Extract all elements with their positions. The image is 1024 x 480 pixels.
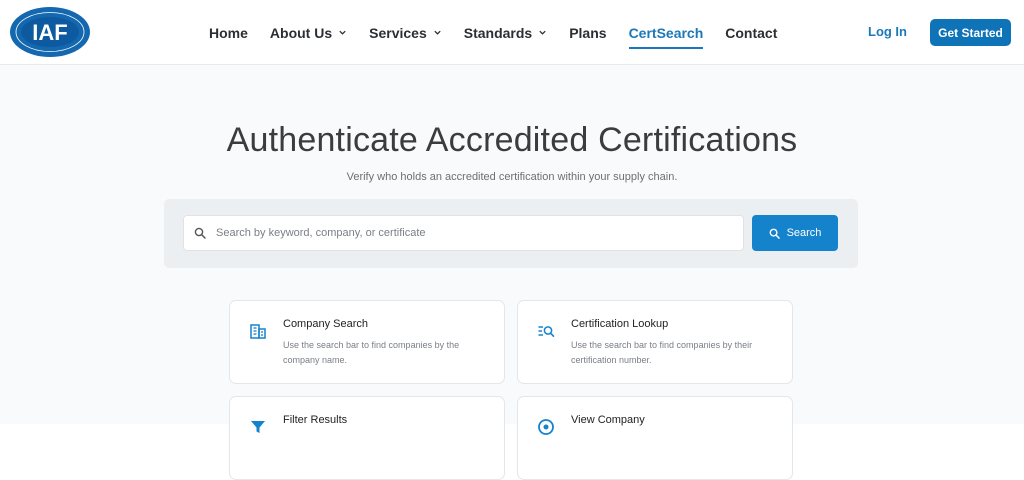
chevron-down-icon [539, 30, 546, 35]
search-icon [769, 228, 780, 239]
search-button[interactable]: Search [752, 215, 838, 251]
chevron-down-icon [434, 30, 441, 35]
search-input[interactable] [216, 227, 743, 239]
main-content: Authenticate Accredited Certifications V… [0, 65, 1024, 480]
building-icon [250, 324, 266, 339]
main-nav: Home About Us Services Standards Plans C… [198, 0, 788, 65]
card-description: Use the search bar to find companies by … [283, 340, 460, 365]
list-search-icon [538, 326, 555, 337]
card-company-search[interactable]: Company Search Use the search bar to fin… [229, 300, 505, 384]
nav-certsearch-label: CertSearch [628, 24, 704, 41]
nav-services-label: Services [369, 24, 427, 41]
search-button-label: Search [786, 227, 822, 239]
iaf-logo[interactable]: IAF [9, 6, 91, 58]
nav-services[interactable]: Services [358, 0, 453, 65]
login-link[interactable]: Log In [868, 22, 907, 42]
card-view-company[interactable]: View Company [517, 396, 793, 480]
nav-plans[interactable]: Plans [558, 0, 617, 65]
search-panel: Search [164, 199, 858, 268]
card-title: View Company [571, 414, 645, 426]
card-title: Company Search [283, 318, 368, 330]
search-icon [194, 227, 206, 239]
nav-contact-label: Contact [725, 24, 778, 41]
nav-about-us-label: About Us [269, 24, 333, 41]
page-title: Authenticate Accredited Certifications [226, 121, 798, 159]
chevron-down-icon [339, 30, 346, 35]
search-box[interactable] [183, 215, 744, 251]
site-header: IAF Home About Us Services Standards Pla… [0, 0, 1024, 65]
page-subtitle: Verify who holds an accredited certifica… [346, 171, 678, 183]
eye-icon [538, 419, 554, 435]
card-certification-lookup[interactable]: Certification Lookup Use the search bar … [517, 300, 793, 384]
nav-about-us[interactable]: About Us [259, 0, 358, 65]
nav-plans-label: Plans [569, 24, 607, 41]
nav-home[interactable]: Home [198, 0, 259, 65]
nav-standards-label: Standards [463, 24, 533, 41]
card-filter-results[interactable]: Filter Results [229, 396, 505, 480]
nav-contact[interactable]: Contact [714, 0, 788, 65]
filter-icon [251, 421, 265, 433]
nav-home-label: Home [209, 24, 248, 41]
card-description: Use the search bar to find companies by … [571, 340, 753, 365]
logo-text: IAF [32, 20, 67, 45]
get-started-button[interactable]: Get Started [930, 19, 1011, 46]
nav-certsearch[interactable]: CertSearch [618, 0, 715, 65]
card-title: Filter Results [283, 414, 348, 426]
card-title: Certification Lookup [571, 318, 669, 330]
nav-standards[interactable]: Standards [453, 0, 558, 65]
